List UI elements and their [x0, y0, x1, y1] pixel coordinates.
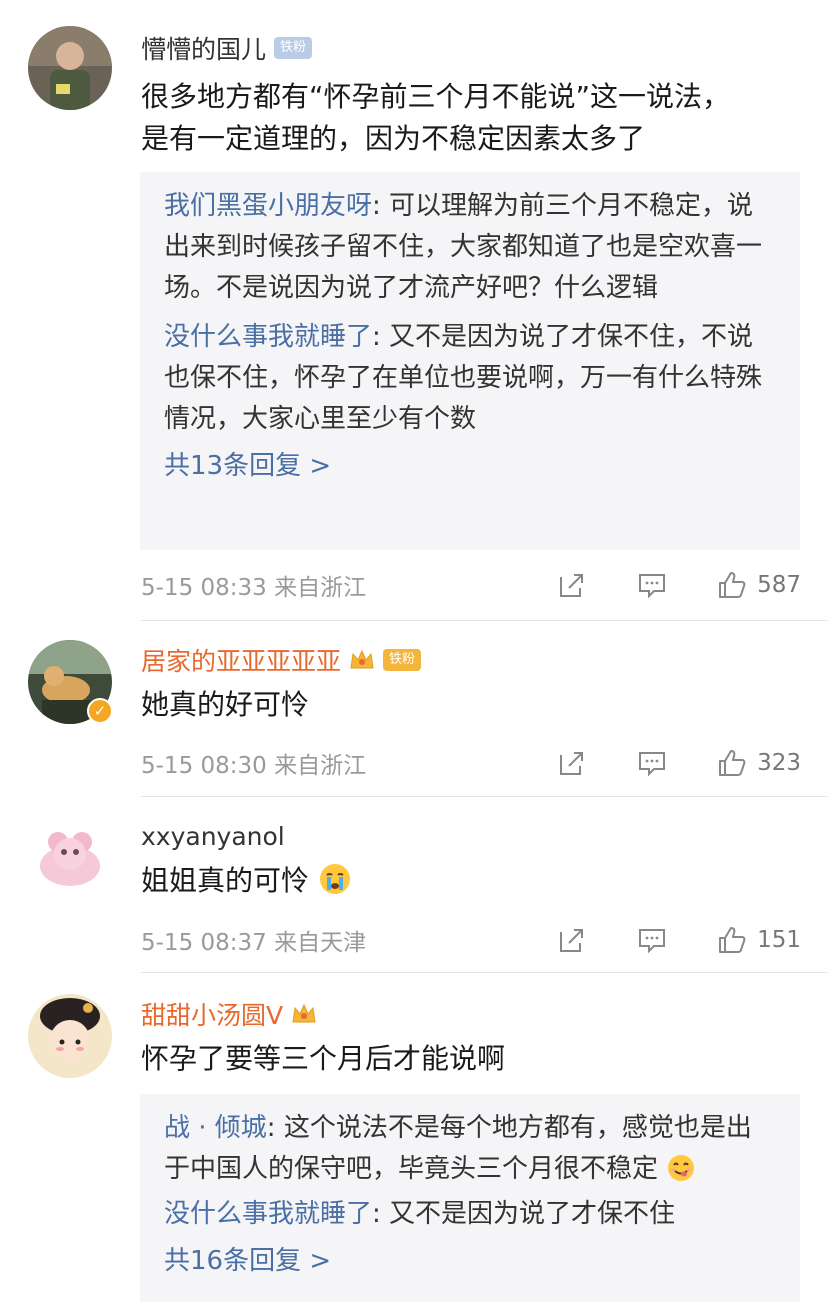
like-count: 323 — [757, 750, 801, 776]
more-replies-link[interactable]: 共16条回复 > — [164, 1241, 776, 1281]
share-icon[interactable] — [557, 925, 587, 955]
comment-meta: 5-15 08:37 来自天津 151 — [141, 920, 801, 960]
verified-badge-icon: ✓ — [87, 698, 113, 724]
timestamp-location: 5-15 08:33 来自浙江 — [141, 575, 367, 601]
fan-badge: 铁粉 — [274, 37, 313, 59]
username[interactable]: 甜甜小汤圆V — [141, 996, 283, 1032]
divider — [141, 972, 828, 973]
comment-icon[interactable] — [637, 570, 667, 600]
reply-item[interactable]: 战 · 倾城: 这个说法不是每个地方都有，感觉也是出于中国人的保守吧，毕竟头三个… — [164, 1108, 776, 1190]
share-icon[interactable] — [557, 748, 587, 778]
reply-username[interactable]: 没什么事我就睡了 — [164, 1199, 372, 1229]
comment-text-line: 很多地方都有“怀孕前三个月不能说”这一说法， — [141, 80, 731, 113]
crown-icon — [292, 1003, 316, 1023]
fan-badge: 铁粉 — [383, 649, 422, 671]
comment-icon[interactable] — [637, 925, 667, 955]
action-bar: 151 — [557, 925, 801, 955]
reply-username[interactable]: 我们黑蛋小朋友呀 — [164, 191, 372, 221]
avatar[interactable] — [28, 994, 112, 1078]
timestamp-location: 5-15 08:37 来自天津 — [141, 930, 367, 956]
action-bar: 323 — [557, 748, 801, 778]
like-icon[interactable] — [717, 748, 747, 778]
reply-text: : 又不是因为说了才保不住 — [372, 1199, 676, 1229]
timestamp-location: 5-15 08:30 来自浙江 — [141, 753, 367, 779]
comment-text: 怀孕了要等三个月后才能说啊 — [141, 1042, 506, 1075]
like-icon[interactable] — [717, 570, 747, 600]
comment-header: 居家的亚亚亚亚亚 铁粉 — [141, 642, 422, 678]
comment-header: xxyanyanol — [141, 818, 285, 854]
avatar[interactable] — [28, 26, 112, 110]
comment-text: 她真的好可怜 — [141, 688, 310, 721]
reply-item[interactable]: 没什么事我就睡了: 又不是因为说了才保不住 — [164, 1194, 776, 1235]
more-replies-link[interactable]: 共13条回复 > — [164, 446, 776, 486]
yummy-emoji-icon — [668, 1155, 695, 1181]
avatar[interactable] — [28, 816, 112, 900]
reply-username[interactable]: 战 · 倾城 — [164, 1113, 267, 1143]
reply-item[interactable]: 我们黑蛋小朋友呀: 可以理解为前三个月不稳定，说出来到时候孩子留不住，大家都知道… — [164, 186, 776, 309]
comment-header: 甜甜小汤圆V — [141, 996, 317, 1032]
comment-text-line: 是有一定道理的，因为不稳定因素太多了 — [141, 122, 646, 155]
username[interactable]: xxyanyanol — [141, 822, 285, 851]
username[interactable]: 居家的亚亚亚亚亚 — [141, 642, 341, 678]
like-icon[interactable] — [717, 925, 747, 955]
like-button[interactable]: 323 — [717, 748, 801, 778]
comment-text: 很多地方都有“怀孕前三个月不能说”这一说法， 是有一定道理的，因为不稳定因素太多… — [141, 76, 801, 160]
like-count: 151 — [757, 927, 801, 953]
share-icon[interactable] — [557, 570, 587, 600]
reply-box[interactable]: 战 · 倾城: 这个说法不是每个地方都有，感觉也是出于中国人的保守吧，毕竟头三个… — [140, 1094, 800, 1302]
comment-text: 姐姐真的可怜 — [141, 860, 801, 902]
comment-meta: 5-15 08:30 来自浙江 323 — [141, 743, 801, 783]
username[interactable]: 懵懵的国儿 — [141, 30, 266, 66]
crown-icon — [350, 649, 374, 669]
like-button[interactable]: 151 — [717, 925, 801, 955]
reply-item[interactable]: 没什么事我就睡了: 又不是因为说了才保不住，不说也保不住，怀孕了在单位也要说啊，… — [164, 317, 776, 440]
comment-text-content: 姐姐真的可怜 — [141, 864, 310, 897]
like-count: 587 — [757, 572, 801, 598]
like-button[interactable]: 587 — [717, 570, 801, 600]
reply-username[interactable]: 没什么事我就睡了 — [164, 322, 372, 352]
divider — [141, 796, 828, 797]
comment-icon[interactable] — [637, 748, 667, 778]
crying-emoji-icon — [319, 864, 350, 894]
comment-meta: 5-15 08:33 来自浙江 587 — [141, 565, 801, 605]
comment-header: 懵懵的国儿 铁粉 — [141, 30, 313, 66]
divider — [141, 620, 828, 621]
action-bar: 587 — [557, 570, 801, 600]
reply-box[interactable]: 我们黑蛋小朋友呀: 可以理解为前三个月不稳定，说出来到时候孩子留不住，大家都知道… — [140, 172, 800, 550]
